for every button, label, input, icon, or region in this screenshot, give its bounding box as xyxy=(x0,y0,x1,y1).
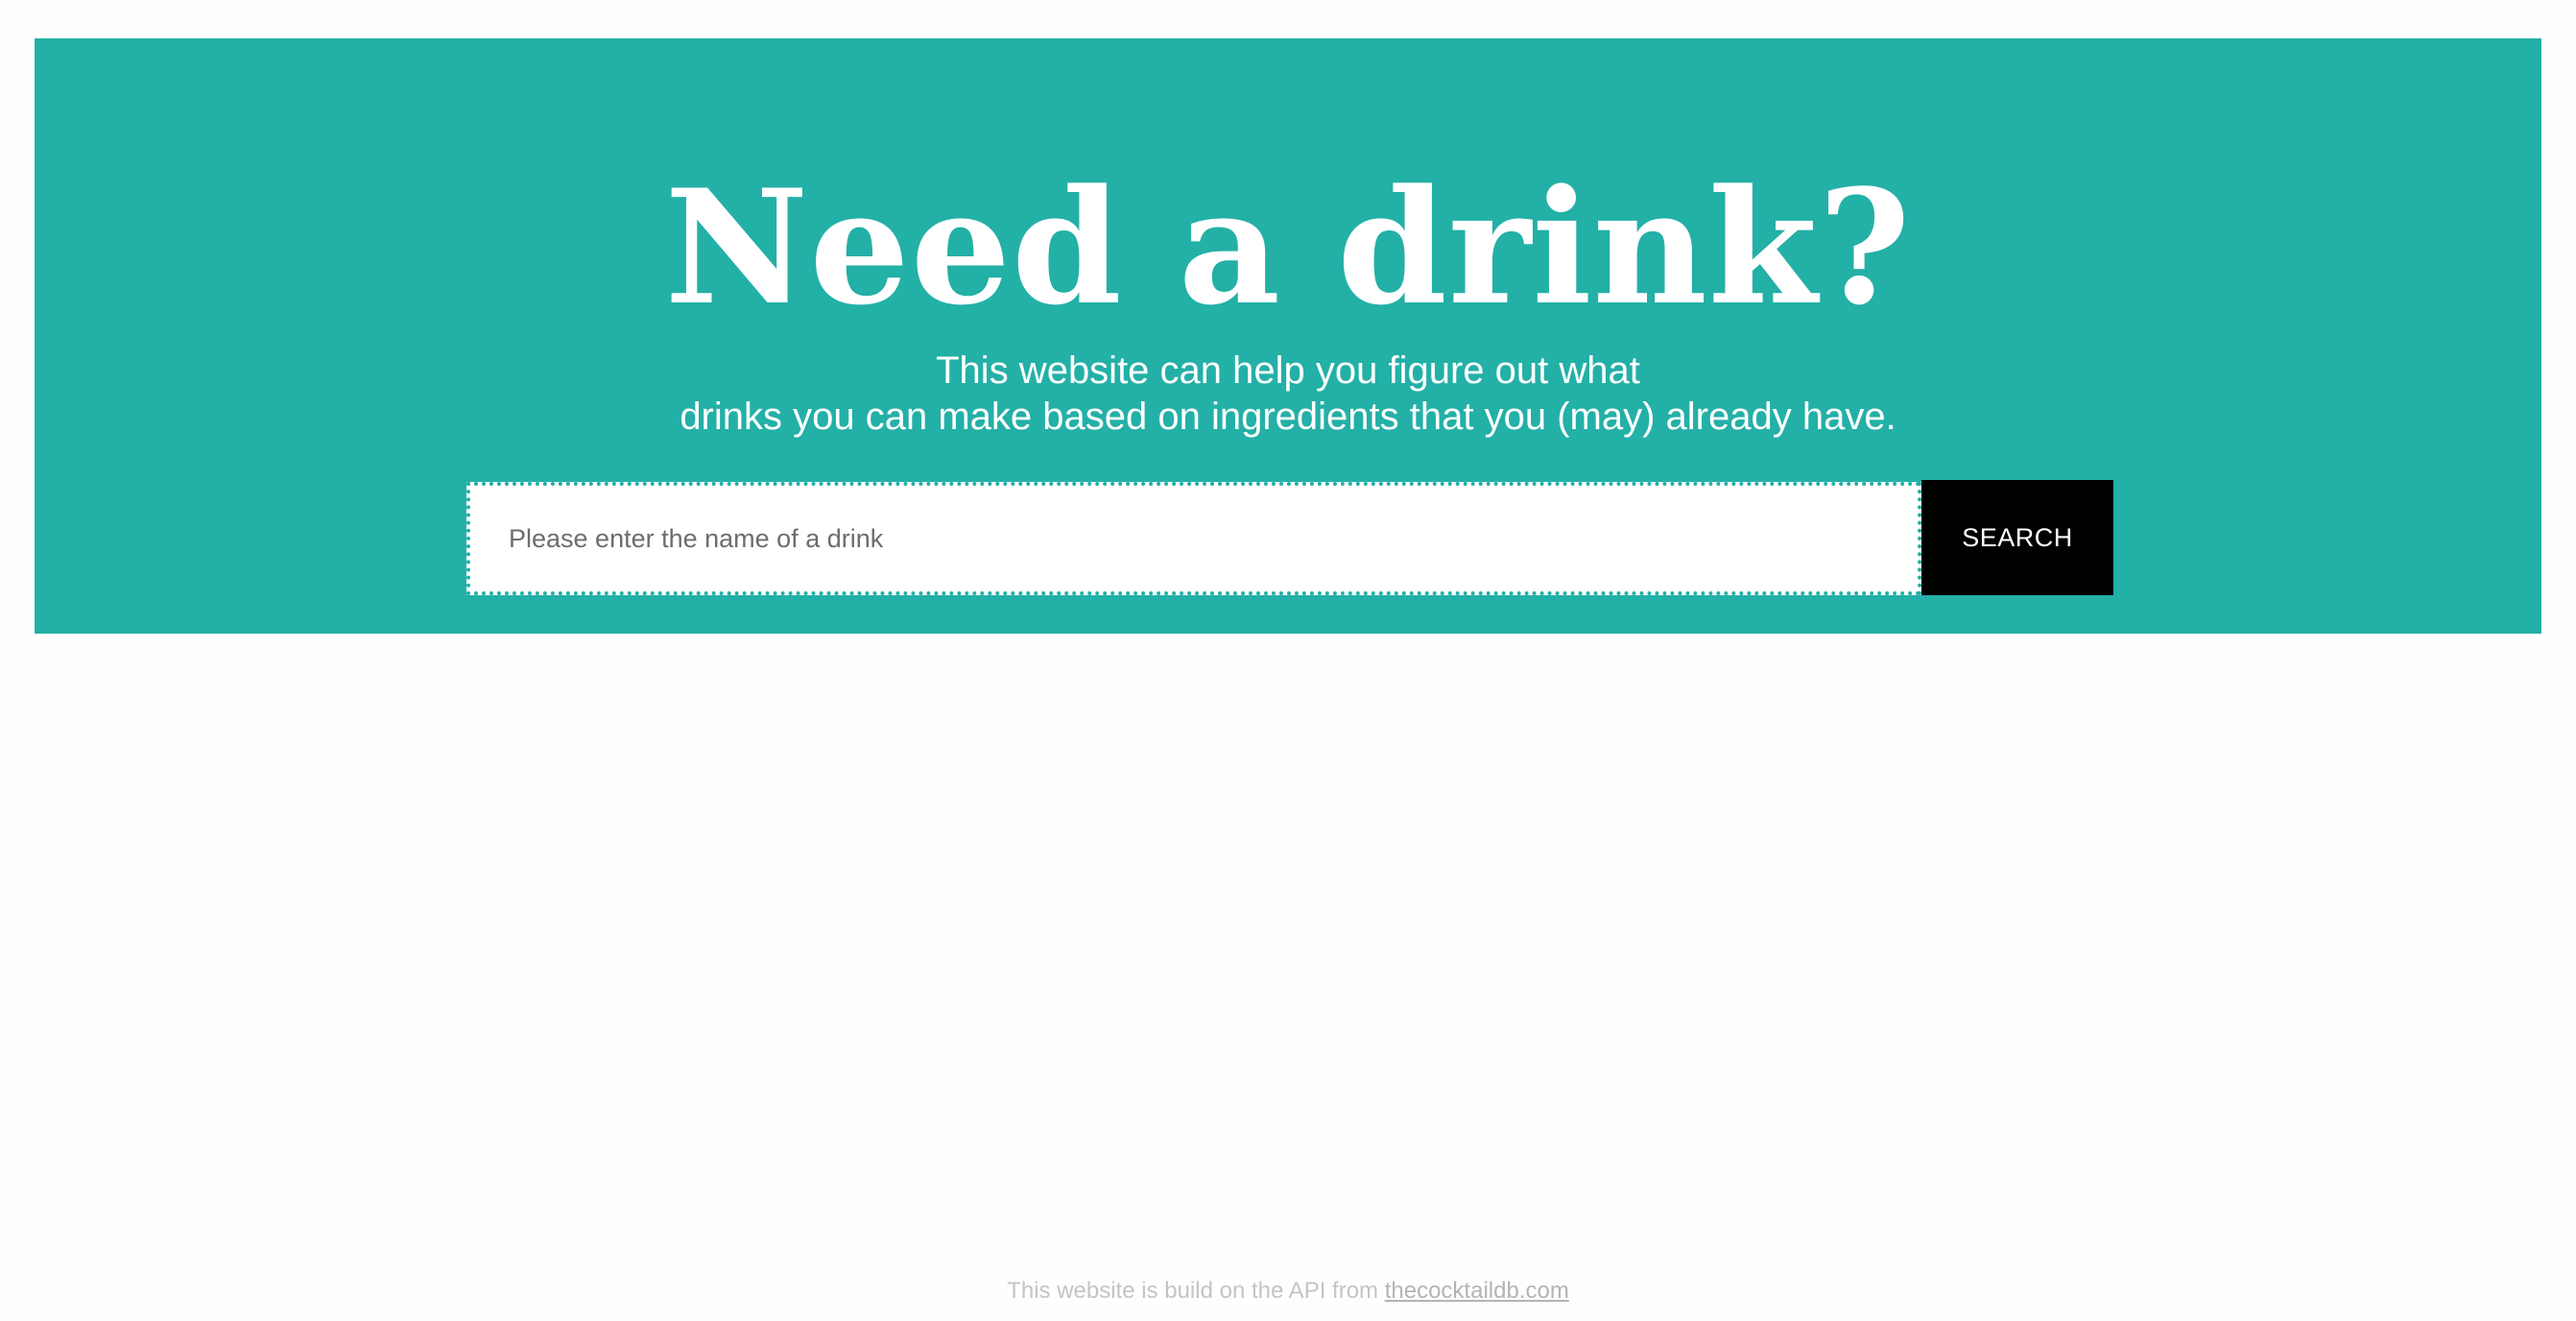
cocktaildb-link[interactable]: thecocktaildb.com xyxy=(1385,1278,1569,1304)
drink-search-input[interactable] xyxy=(466,482,1921,595)
page-title: Need a drink? xyxy=(664,155,1912,340)
hero-subtitle-line-1: This website can help you figure out wha… xyxy=(936,349,1640,392)
hero-subtitle-line-2: drinks you can make based on ingredients… xyxy=(680,396,1896,438)
search-form: SEARCH xyxy=(466,480,2113,595)
hero-banner: Need a drink? This website can help you … xyxy=(35,38,2541,634)
footer: This website is build on the API from th… xyxy=(0,1275,2576,1308)
search-button[interactable]: SEARCH xyxy=(1921,480,2113,595)
hero-subtitle: This website can help you figure out wha… xyxy=(35,348,2541,440)
footer-text: This website is build on the API from xyxy=(1007,1278,1379,1304)
